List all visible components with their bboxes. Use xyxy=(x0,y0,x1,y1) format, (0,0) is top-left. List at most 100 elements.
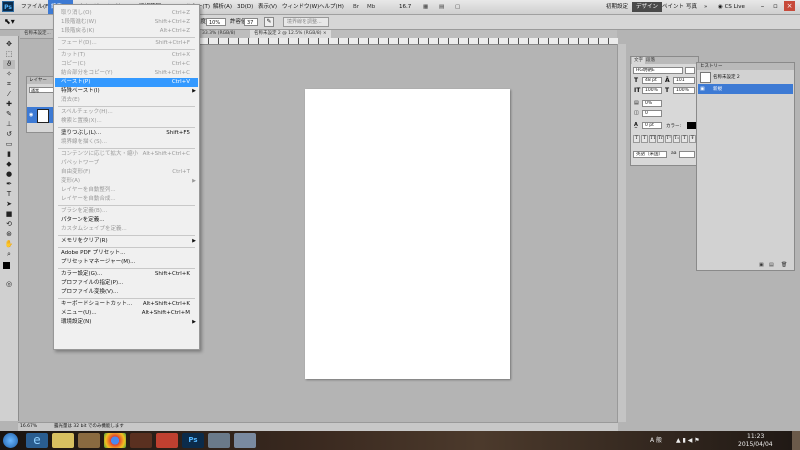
move-tool-icon[interactable]: ✥ xyxy=(3,40,15,49)
eraser-tool-icon[interactable]: ▭ xyxy=(3,140,15,149)
foreground-color-swatch[interactable] xyxy=(3,262,10,269)
tab-untitled-2[interactable]: 名称未設定 2 @ 12.5% (RGB/8) × xyxy=(250,30,331,38)
eye-icon[interactable]: ◉ xyxy=(29,112,33,118)
font-family-select[interactable]: HG明朝E xyxy=(633,67,683,74)
edit-menu-item[interactable]: カラー設定(G)... Shift+Ctrl+K xyxy=(55,270,198,279)
app2-icon[interactable] xyxy=(234,433,256,448)
language-select[interactable]: 英語（米国） xyxy=(633,151,667,158)
start-button-icon[interactable] xyxy=(3,433,18,448)
dodge-tool-icon[interactable]: ● xyxy=(3,170,15,179)
status-zoom[interactable]: 16.67% xyxy=(20,423,37,431)
explorer-icon[interactable] xyxy=(52,433,74,448)
minibridge-icon[interactable]: Mb xyxy=(364,0,378,14)
menu-help[interactable]: ヘルプ(H) xyxy=(316,0,347,14)
cs-live-button[interactable]: ◉ CS Live xyxy=(714,2,749,12)
chrome-icon[interactable] xyxy=(104,433,126,448)
tool-preset-icon[interactable]: ⬉▾ xyxy=(4,17,15,27)
edit-menu-item[interactable]: 塗りつぶし(L)... Shift+F5 xyxy=(55,129,198,138)
workspace-essentials[interactable]: 初期設定 xyxy=(602,2,632,12)
new-snapshot-icon[interactable]: ▣ xyxy=(759,262,764,268)
marquee-tool-icon[interactable]: ⬚ xyxy=(3,50,15,59)
menu-3d[interactable]: 3D(D) xyxy=(234,0,256,14)
gradient-tool-icon[interactable]: ▮ xyxy=(3,150,15,159)
baseline-field[interactable]: 0 pt xyxy=(642,122,662,129)
trash-icon[interactable]: 🗑 xyxy=(781,262,787,268)
edit-menu-item[interactable]: プリセットマネージャー(M)... xyxy=(55,258,198,267)
quick-select-tool-icon[interactable]: ✧ xyxy=(3,70,15,79)
edit-menu-item[interactable]: ペースト(P) Ctrl+V xyxy=(55,78,198,87)
leading-field[interactable]: 101 xyxy=(673,77,695,84)
maximize-icon[interactable]: ▫ xyxy=(770,1,781,11)
3d-rotate-tool-icon[interactable]: ⟲ xyxy=(3,220,15,229)
text-style-button[interactable]: T¹ xyxy=(665,135,672,143)
menu-view[interactable]: 表示(V) xyxy=(255,0,280,14)
clock-time[interactable]: 11:23 xyxy=(747,433,764,440)
edit-menu-item[interactable]: プロファイル変換(V)... xyxy=(55,288,198,297)
text-style-button[interactable]: T xyxy=(633,135,640,143)
screen-mode-icon[interactable]: ▢ xyxy=(452,0,463,14)
vertical-scale-field[interactable]: 100% xyxy=(642,87,662,94)
edit-menu-item[interactable]: キーボードショートカット... Alt+Shift+Ctrl+K xyxy=(55,300,198,309)
edit-menu-item[interactable]: パターンを定義... xyxy=(55,216,198,225)
text-style-button[interactable]: T xyxy=(681,135,688,143)
brush-tool-icon[interactable]: ✎ xyxy=(3,110,15,119)
text-color-swatch[interactable] xyxy=(687,122,696,129)
workspace-more[interactable]: » xyxy=(700,2,711,12)
font-style-select[interactable] xyxy=(685,67,695,74)
crop-tool-icon[interactable]: ⌗ xyxy=(3,80,15,89)
tab-untitled-3[interactable]: 33.3% (RGB/8) xyxy=(198,30,239,38)
edit-menu-item[interactable]: Adobe PDF プリセット... xyxy=(55,249,198,258)
snapshot-thumbnail[interactable] xyxy=(700,72,711,83)
tray-icons[interactable]: ▲ ▮ ◀ ⚑ xyxy=(676,437,700,444)
text-style-button[interactable]: T₁ xyxy=(673,135,680,143)
workspace-photo[interactable]: 写真 xyxy=(682,2,701,12)
ie-icon[interactable]: e xyxy=(26,433,48,448)
arrange-docs-icon[interactable]: ▤ xyxy=(436,0,447,14)
pen-tool-icon[interactable]: ✒ xyxy=(3,180,15,189)
hand-tool-icon[interactable]: ✋ xyxy=(3,240,15,249)
refine-edge-button[interactable]: 境界線を調整... xyxy=(283,17,329,27)
minimize-icon[interactable]: – xyxy=(757,1,768,11)
new-document-icon[interactable]: ▤ xyxy=(769,262,774,268)
edit-menu-item[interactable]: メモリをクリア(R) ▶ xyxy=(55,237,198,246)
tolerance-field[interactable]: 37 xyxy=(244,18,258,26)
document-canvas[interactable] xyxy=(305,89,510,379)
edit-menu-item[interactable]: プロファイルの指定(P)... xyxy=(55,279,198,288)
tracking-field[interactable]: 0% xyxy=(642,100,662,107)
zoom-tool-icon[interactable]: ⌕ xyxy=(3,250,15,259)
ime-indicator[interactable]: A 般 xyxy=(650,437,662,444)
zoom-level[interactable]: 16.7 xyxy=(396,0,414,14)
snapshot-label[interactable]: 名称未設定 2 xyxy=(713,74,740,80)
text-style-button[interactable]: T xyxy=(641,135,648,143)
clock-date[interactable]: 2015/04/04 xyxy=(738,441,773,448)
view-extras-icon[interactable]: ▦ xyxy=(420,0,431,14)
antialias-select[interactable] xyxy=(679,151,695,158)
edit-menu-item[interactable]: メニュー(U)... Alt+Shift+Ctrl+M xyxy=(55,309,198,318)
horizontal-scale-field[interactable]: 100% xyxy=(673,87,695,94)
clone-stamp-tool-icon[interactable]: ⊥ xyxy=(3,120,15,129)
edit-menu-item[interactable]: 特殊ペースト(I) ▶ xyxy=(55,87,198,96)
media-icon[interactable] xyxy=(130,433,152,448)
menu-analysis[interactable]: 解析(A) xyxy=(210,0,235,14)
quick-mask-icon[interactable]: ◎ xyxy=(3,280,15,289)
type-tool-icon[interactable]: T xyxy=(3,190,15,199)
edit-menu-item[interactable]: 環境設定(N) ▶ xyxy=(55,318,198,327)
bridge-icon[interactable]: Br xyxy=(350,0,362,14)
folder-icon[interactable] xyxy=(78,433,100,448)
text-style-button[interactable]: Ŧ xyxy=(689,135,696,143)
vertical-scrollbar[interactable] xyxy=(617,44,626,422)
opacity-field[interactable]: 10% xyxy=(206,18,226,26)
show-desktop-button[interactable] xyxy=(792,431,800,450)
photoshop-taskbar-icon[interactable]: Ps xyxy=(182,433,204,448)
3d-orbit-tool-icon[interactable]: ⊛ xyxy=(3,230,15,239)
lasso-tool-icon[interactable]: ϑ xyxy=(3,60,15,69)
window-icon[interactable] xyxy=(208,433,230,448)
tab-untitled-1[interactable]: 名称未設定... xyxy=(20,30,55,38)
text-style-button[interactable]: TT xyxy=(649,135,656,143)
history-brush-tool-icon[interactable]: ↺ xyxy=(3,130,15,139)
close-icon[interactable]: × xyxy=(784,1,795,11)
tab-paragraph[interactable]: 段落 xyxy=(644,57,657,64)
blend-mode-select[interactable]: 通常 xyxy=(29,87,54,93)
kerning-field[interactable]: 0 xyxy=(642,110,662,117)
spot-heal-tool-icon[interactable]: ✚ xyxy=(3,100,15,109)
